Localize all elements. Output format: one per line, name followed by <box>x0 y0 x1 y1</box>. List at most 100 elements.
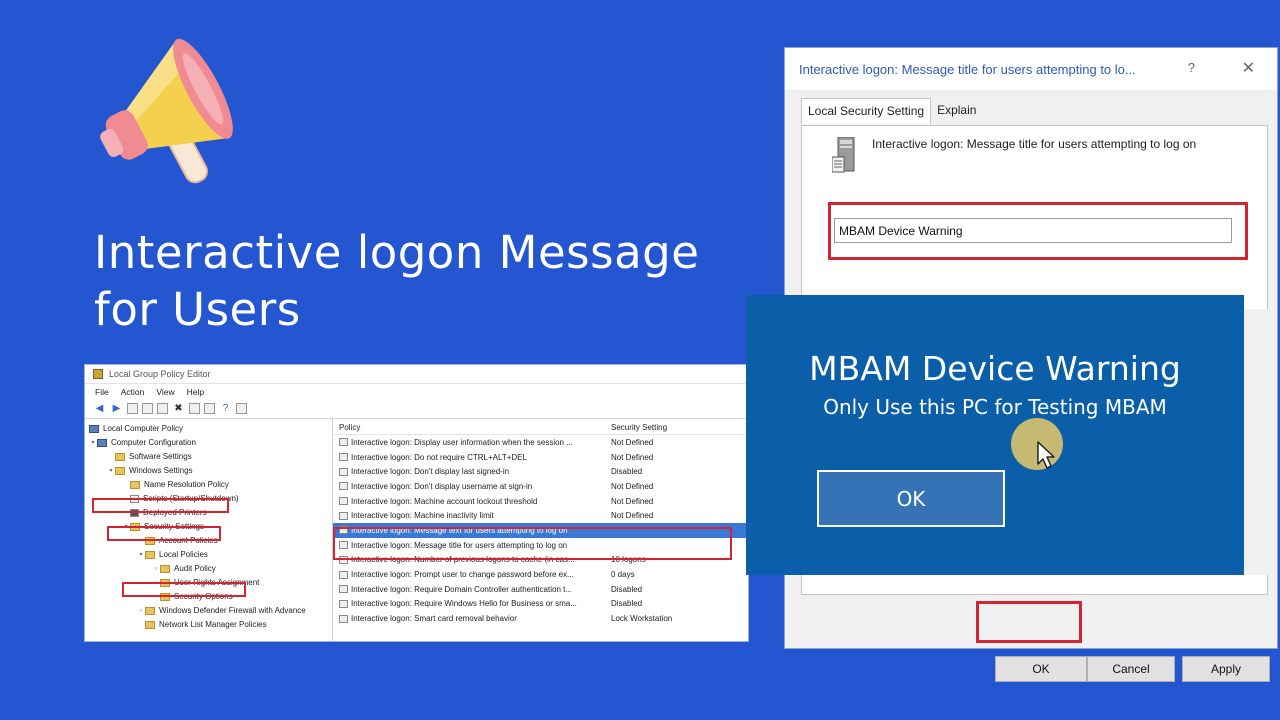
tab-local-security-setting[interactable]: Local Security Setting <box>801 98 932 124</box>
gpe-toolbar: ◀ ▶ ✖ ? <box>85 399 748 419</box>
help-button[interactable]: ? <box>1188 60 1195 75</box>
policy-name: Interactive logon: Require Windows Hello… <box>351 599 577 609</box>
policy-app-icon <box>93 369 103 379</box>
tree-item-audit-policy[interactable]: › Audit Policy <box>85 562 332 576</box>
tab-explain[interactable]: Explain <box>931 98 982 124</box>
copy-icon[interactable] <box>157 403 168 414</box>
filter-icon[interactable] <box>236 403 247 414</box>
policy-name: Interactive logon: Don't display usernam… <box>351 481 533 491</box>
gpe-title: Local Group Policy Editor <box>109 369 211 379</box>
expand-arrow-icon[interactable]: ▾ <box>89 436 97 450</box>
dialog-title: Interactive logon: Message title for use… <box>799 61 1136 77</box>
tree-item-label: Network List Manager Policies <box>159 620 267 629</box>
policy-name: Interactive logon: Don't display last si… <box>351 467 510 477</box>
popup-ok-button[interactable]: OK <box>817 470 1005 527</box>
policy-icon <box>339 467 348 476</box>
policy-setting: Lock Workstation <box>611 614 673 624</box>
tree-item-computer-configuration[interactable]: ▾ Computer Configuration <box>85 436 332 450</box>
show-hide-tree-icon[interactable] <box>142 403 153 414</box>
close-button[interactable]: ✕ <box>1242 58 1255 78</box>
ok-button[interactable]: OK <box>995 656 1087 682</box>
folder-icon <box>115 467 125 475</box>
table-row[interactable]: Interactive logon: Smart card removal be… <box>333 611 748 626</box>
tree-item-label: Software Settings <box>129 452 192 461</box>
group-policy-editor-window: Local Group Policy Editor File Action Vi… <box>84 364 749 642</box>
headline-line1: Interactive logon Message <box>94 226 700 279</box>
policy-setting: Not Defined <box>611 511 654 521</box>
help-icon[interactable]: ? <box>219 402 232 415</box>
mouse-cursor-icon <box>1037 441 1055 469</box>
column-header-policy[interactable]: Policy <box>339 423 611 432</box>
highlight-security-settings <box>122 582 246 597</box>
tree-item-network-list-manager[interactable]: Network List Manager Policies <box>85 618 332 632</box>
folder-icon <box>115 453 125 461</box>
table-row[interactable]: Interactive logon: Don't display last si… <box>333 464 748 479</box>
policy-name: Interactive logon: Machine account locko… <box>351 496 538 506</box>
apply-button[interactable]: Apply <box>1182 656 1270 682</box>
megaphone-icon <box>100 38 233 184</box>
message-title-input[interactable] <box>834 218 1232 243</box>
tree-item-windows-settings[interactable]: ▾ Windows Settings <box>85 464 332 478</box>
tree-item-label: Computer Configuration <box>111 438 196 447</box>
highlight-windows-settings <box>107 526 221 541</box>
computer-icon <box>97 439 107 447</box>
tree-item-label: Windows Settings <box>129 466 193 475</box>
expand-arrow-icon[interactable]: ▾ <box>107 464 115 478</box>
up-folder-icon[interactable] <box>127 403 138 414</box>
menu-help[interactable]: Help <box>187 387 204 397</box>
policy-setting: Disabled <box>611 599 643 609</box>
expand-arrow-icon[interactable]: › <box>152 562 160 576</box>
column-header-security-setting[interactable]: Security Setting <box>611 423 711 432</box>
policy-setting: Disabled <box>611 467 643 477</box>
table-row[interactable]: Interactive logon: Don't display usernam… <box>333 479 748 494</box>
policy-setting: 0 days <box>611 570 635 580</box>
gpe-menu-bar: File Action View Help <box>85 384 748 399</box>
export-list-icon[interactable] <box>204 403 215 414</box>
policy-icon <box>339 482 348 491</box>
policy-name: Interactive logon: Require Domain Contro… <box>351 584 573 594</box>
forward-arrow-icon[interactable]: ▶ <box>110 402 123 415</box>
policy-icon <box>339 453 348 462</box>
back-arrow-icon[interactable]: ◀ <box>93 402 106 415</box>
menu-view[interactable]: View <box>156 387 174 397</box>
properties-icon[interactable] <box>189 403 200 414</box>
table-row[interactable]: Interactive logon: Machine inactivity li… <box>333 508 748 523</box>
folder-icon <box>145 607 155 615</box>
highlight-message-policies <box>333 527 732 560</box>
policy-icon <box>339 497 348 506</box>
policy-icon <box>339 599 348 608</box>
logon-message-popup: MBAM Device Warning Only Use this PC for… <box>746 295 1244 575</box>
policy-description: Interactive logon: Message title for use… <box>872 137 1197 151</box>
highlight-computer-configuration <box>92 498 229 513</box>
table-row[interactable]: Interactive logon: Require Windows Hello… <box>333 597 748 612</box>
table-row[interactable]: Interactive logon: Display user informat… <box>333 435 748 450</box>
expand-arrow-icon[interactable]: › <box>137 604 145 618</box>
tree-item-label: Audit Policy <box>174 564 216 573</box>
folder-icon <box>145 551 155 559</box>
policy-name: Interactive logon: Prompt user to change… <box>351 570 574 580</box>
policy-name: Interactive logon: Do not require CTRL+A… <box>351 452 527 462</box>
tree-item-local-policies[interactable]: ▾ Local Policies <box>85 548 332 562</box>
policy-name: Interactive logon: Display user informat… <box>351 437 573 447</box>
folder-icon <box>130 481 140 489</box>
table-row[interactable]: Interactive logon: Do not require CTRL+A… <box>333 450 748 465</box>
policy-setting: Not Defined <box>611 496 654 506</box>
table-row[interactable]: Interactive logon: Machine account locko… <box>333 494 748 509</box>
policy-list-header: Policy Security Setting <box>333 420 748 435</box>
tree-item-local-computer-policy[interactable]: Local Computer Policy <box>85 422 332 436</box>
table-row[interactable]: Interactive logon: Require Domain Contro… <box>333 582 748 597</box>
tree-item-name-resolution-policy[interactable]: Name Resolution Policy <box>85 478 332 492</box>
table-row[interactable]: Interactive logon: Prompt user to change… <box>333 567 748 582</box>
policy-name: Interactive logon: Smart card removal be… <box>351 614 517 624</box>
delete-icon[interactable]: ✖ <box>172 402 185 415</box>
tree-item-software-settings[interactable]: Software Settings <box>85 450 332 464</box>
popup-message: Only Use this PC for Testing MBAM <box>823 395 1167 419</box>
cancel-button[interactable]: Cancel <box>1087 656 1175 682</box>
tree-item-label: Name Resolution Policy <box>144 480 229 489</box>
tree-item-label: Local Computer Policy <box>103 424 184 433</box>
menu-action[interactable]: Action <box>121 387 145 397</box>
policy-name: Interactive logon: Machine inactivity li… <box>351 511 494 521</box>
expand-arrow-icon[interactable]: ▾ <box>137 548 145 562</box>
tree-item-windows-defender-firewall[interactable]: › Windows Defender Firewall with Advance <box>85 604 332 618</box>
menu-file[interactable]: File <box>95 387 109 397</box>
